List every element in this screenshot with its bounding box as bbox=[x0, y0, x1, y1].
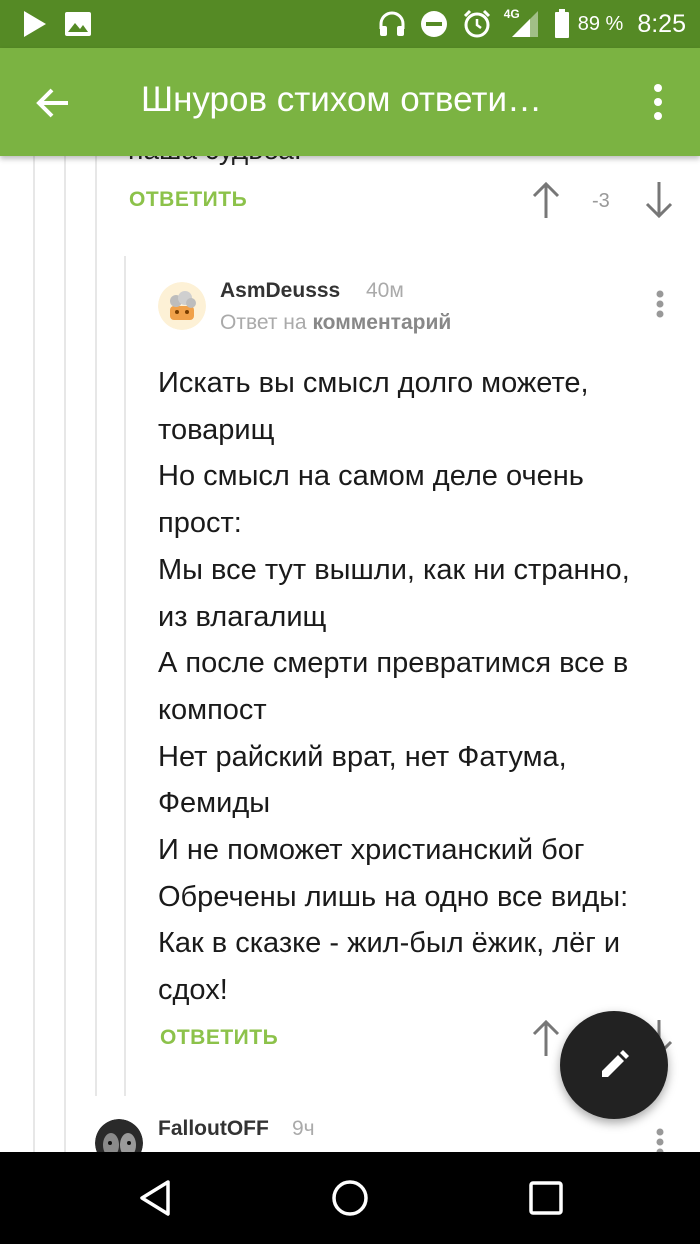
comment-line: А после смерти превратимся все в bbox=[158, 647, 629, 680]
comment-line: товарищ bbox=[158, 413, 275, 446]
comment-line: сдох! bbox=[158, 974, 228, 1007]
comment-line: И не поможет христианский бог bbox=[158, 834, 585, 867]
do-not-disturb-icon bbox=[420, 10, 448, 38]
comment-line: из влагалищ bbox=[158, 600, 327, 633]
comments-thread: наша судьба. ОТВЕТИТЬ -3 AsmDeusss 40м О… bbox=[0, 156, 700, 1152]
thread-line bbox=[95, 156, 97, 1096]
upvote-icon[interactable] bbox=[529, 180, 563, 220]
more-vert-icon[interactable] bbox=[640, 80, 676, 124]
back-arrow-icon[interactable] bbox=[28, 78, 78, 128]
comment-line: Как в сказке - жил-был ёжик, лёг и bbox=[158, 927, 621, 960]
comment-line: Но смысл на самом деле очень bbox=[158, 460, 584, 493]
clock: 8:25 bbox=[637, 9, 686, 38]
network-type: 4G bbox=[503, 7, 520, 21]
comment-line: Мы все тут вышли, как ни странно, bbox=[158, 553, 630, 586]
home-circle-icon[interactable] bbox=[330, 1178, 370, 1218]
headphones-icon bbox=[378, 11, 406, 37]
play-icon bbox=[22, 10, 48, 38]
recents-square-icon[interactable] bbox=[526, 1178, 566, 1218]
comment-line: прост: bbox=[158, 507, 242, 540]
comment-menu-icon[interactable] bbox=[650, 288, 670, 328]
alarm-icon bbox=[462, 9, 492, 39]
back-triangle-icon[interactable] bbox=[136, 1178, 176, 1218]
comment-time: 9ч bbox=[292, 1117, 315, 1140]
reply-to-prefix: Ответ на bbox=[220, 311, 307, 334]
thread-line bbox=[124, 256, 126, 1096]
comment-author[interactable]: FalloutOFF bbox=[158, 1117, 269, 1141]
comment-author[interactable]: AsmDeusss bbox=[220, 279, 340, 303]
comment-text: Искать вы смысл долго можете, товарищ Но… bbox=[158, 360, 678, 1014]
status-bar: 4G 89 % 8:25 bbox=[0, 0, 700, 48]
vote-score: -3 bbox=[592, 190, 610, 212]
write-comment-button[interactable] bbox=[560, 1011, 668, 1119]
navigation-bar bbox=[0, 1152, 700, 1244]
comment-line: Обречены лишь на одно все виды: bbox=[158, 880, 629, 913]
comment-line: Нет райский врат, нет Фатума, bbox=[158, 740, 567, 773]
thread-line bbox=[33, 156, 35, 1152]
reply-button[interactable]: ОТВЕТИТЬ bbox=[160, 1026, 278, 1050]
thread-line bbox=[64, 156, 66, 1152]
image-icon bbox=[64, 11, 92, 37]
reply-button[interactable]: ОТВЕТИТЬ bbox=[129, 188, 247, 212]
comment-line: Искать вы смысл долго можете, bbox=[158, 367, 589, 399]
signal-icon: 4G bbox=[503, 7, 540, 39]
downvote-icon[interactable] bbox=[642, 180, 676, 220]
battery-icon bbox=[554, 9, 570, 39]
previous-comment-text: наша судьба. bbox=[128, 156, 302, 166]
comment-menu-icon[interactable] bbox=[650, 1126, 670, 1152]
comment-line: Фемиды bbox=[158, 787, 271, 820]
avatar[interactable] bbox=[95, 1119, 143, 1152]
battery-percent: 89 % bbox=[577, 12, 624, 35]
pencil-icon bbox=[602, 1050, 629, 1077]
upvote-icon[interactable] bbox=[529, 1018, 563, 1058]
reply-to-link[interactable]: комментарий bbox=[312, 311, 451, 334]
comment-time: 40м bbox=[366, 279, 404, 302]
reply-to-line: Ответ на комментарий bbox=[220, 311, 451, 335]
page-title: Шнуров стихом ответи… bbox=[141, 80, 543, 119]
avatar[interactable] bbox=[158, 282, 206, 330]
app-bar: Шнуров стихом ответи… bbox=[0, 48, 700, 156]
comment-line: компост bbox=[158, 693, 267, 726]
